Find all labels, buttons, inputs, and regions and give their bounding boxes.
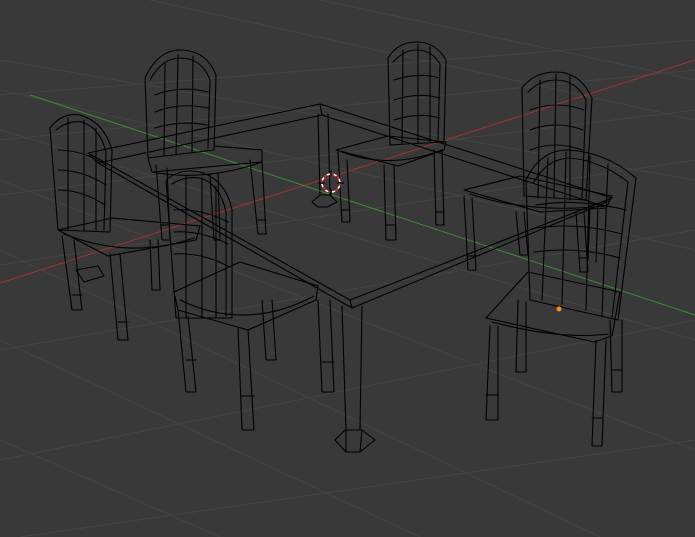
- object-origin-icon: [556, 306, 562, 312]
- viewport-canvas[interactable]: [0, 0, 695, 537]
- 3d-viewport[interactable]: [0, 0, 695, 537]
